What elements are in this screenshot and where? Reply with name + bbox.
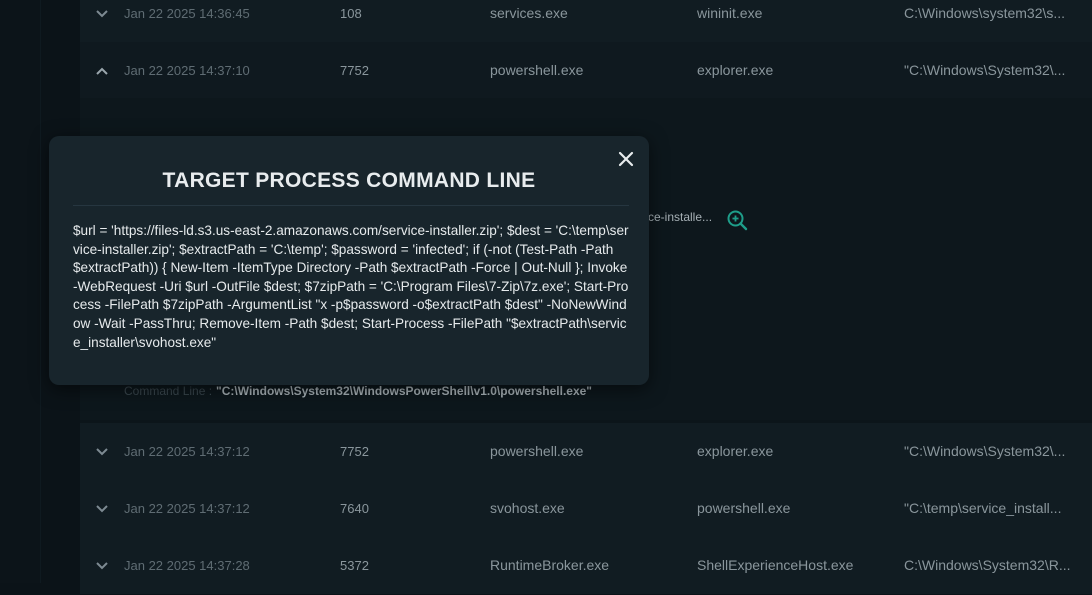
row-pid: 108 xyxy=(340,6,362,21)
close-icon[interactable] xyxy=(615,148,637,170)
chevron-up-icon[interactable] xyxy=(95,42,109,99)
row-process: svohost.exe xyxy=(490,500,565,516)
row-parent-process: explorer.exe xyxy=(697,62,774,78)
row-timestamp: Jan 22 2025 14:37:12 xyxy=(124,501,250,516)
command-line-value: "C:\Windows\System32\WindowsPowerShell\v… xyxy=(216,384,592,398)
row-process: powershell.exe xyxy=(490,443,584,459)
row-path: "C:\temp\service_install... xyxy=(904,500,1062,516)
row-timestamp: Jan 22 2025 14:37:12 xyxy=(124,444,250,459)
chevron-down-icon[interactable] xyxy=(95,537,109,594)
row-process: services.exe xyxy=(490,5,568,21)
row-parent-process: explorer.exe xyxy=(697,443,774,459)
row-path: "C:\Windows\System32\... xyxy=(904,443,1066,459)
command-line-text: $url = 'https://files-ld.s3.us-east-2.am… xyxy=(73,223,629,350)
modal-divider xyxy=(73,205,629,206)
row-timestamp: Jan 22 2025 14:37:10 xyxy=(124,63,250,78)
details-truncated-value: ce-installe... xyxy=(648,210,713,224)
modal-title: TARGET PROCESS COMMAND LINE xyxy=(162,169,536,192)
zoom-in-icon[interactable] xyxy=(726,209,748,231)
command-line-label: Command Line : xyxy=(124,384,213,398)
row-process: RuntimeBroker.exe xyxy=(490,557,610,573)
table-row[interactable]: Jan 22 2025 14:37:10 7752 powershell.exe… xyxy=(80,42,1092,100)
chevron-down-icon[interactable] xyxy=(95,480,109,537)
row-path: C:\Windows\system32\s... xyxy=(904,5,1066,21)
row-pid: 7640 xyxy=(340,501,369,516)
row-pid: 5372 xyxy=(340,558,369,573)
table-row[interactable]: Jan 22 2025 14:37:12 7752 powershell.exe… xyxy=(80,423,1092,481)
row-pid: 7752 xyxy=(340,63,369,78)
table-row[interactable]: Jan 22 2025 14:37:12 7640 svohost.exe po… xyxy=(80,480,1092,538)
row-parent-process: powershell.exe xyxy=(697,500,791,516)
row-process: powershell.exe xyxy=(490,62,584,78)
row-path: C:\Windows\System32\R... xyxy=(904,557,1071,573)
row-timestamp: Jan 22 2025 14:37:28 xyxy=(124,558,250,573)
row-pid: 7752 xyxy=(340,444,369,459)
row-parent-process: ShellExperienceHost.exe xyxy=(697,557,854,573)
row-parent-process: wininit.exe xyxy=(697,5,763,21)
row-path: "C:\Windows\System32\... xyxy=(904,62,1066,78)
command-line-modal: TARGET PROCESS COMMAND LINE $url = 'http… xyxy=(49,136,649,385)
chevron-down-icon[interactable] xyxy=(95,0,109,42)
table-row[interactable]: Jan 22 2025 14:36:45 108 services.exe wi… xyxy=(80,0,1092,43)
table-row[interactable]: Jan 22 2025 14:37:28 5372 RuntimeBroker.… xyxy=(80,537,1092,595)
chevron-down-icon[interactable] xyxy=(95,423,109,480)
left-rail xyxy=(0,0,41,583)
command-line-field: Command Line : "C:\Windows\System32\Windo… xyxy=(124,384,592,398)
row-timestamp: Jan 22 2025 14:36:45 xyxy=(124,6,250,21)
